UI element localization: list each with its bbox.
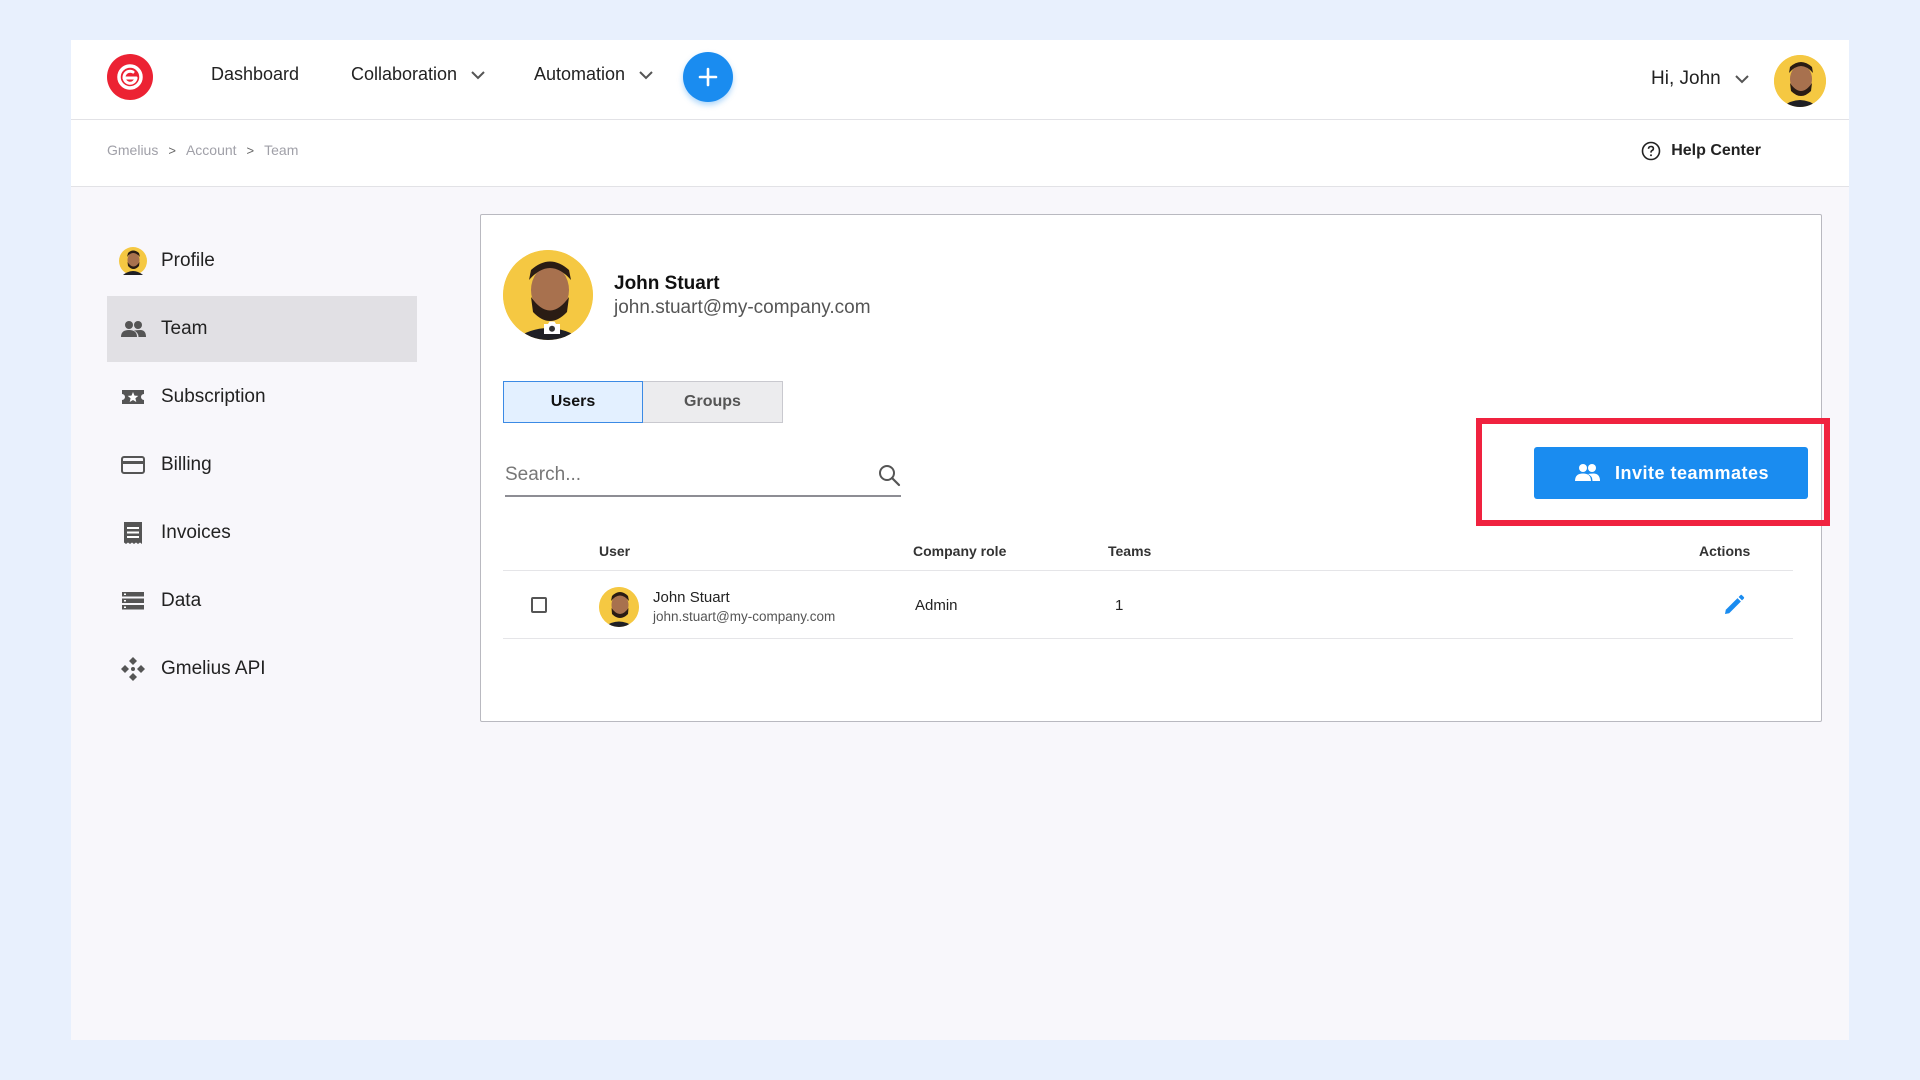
person-portrait-icon (599, 587, 639, 627)
sidebar-item-label: Subscription (161, 386, 266, 407)
user-avatar[interactable] (1774, 55, 1826, 107)
sidebar-item-label: Billing (161, 454, 212, 475)
search-box (505, 455, 901, 497)
gmelius-logo[interactable] (107, 54, 153, 100)
breadcrumb-separator: > (246, 142, 255, 158)
search-input[interactable] (505, 464, 835, 486)
profile-email: john.stuart@my-company.com (614, 297, 871, 318)
app-window: Dashboard Collaboration Automation Hi, J… (71, 40, 1849, 1040)
team-tabs: Users Groups (503, 381, 783, 423)
camera-icon[interactable] (541, 318, 563, 336)
people-icon (1574, 464, 1600, 481)
user-menu[interactable]: Hi, John (1651, 68, 1751, 90)
column-header-company-role: Company role (913, 543, 1007, 559)
sidebar-item-label: Profile (161, 250, 215, 271)
column-header-user: User (599, 543, 631, 559)
breadcrumb-separator: > (168, 142, 176, 158)
breadcrumb: Gmelius > Account > Team (107, 142, 298, 158)
help-center-link[interactable]: Help Center (1641, 141, 1761, 161)
sidebar-item-team[interactable]: Team (107, 296, 417, 362)
nav-automation-label: Automation (534, 64, 626, 84)
nav-automation[interactable]: Automation (534, 64, 655, 85)
nav-collaboration[interactable]: Collaboration (351, 64, 487, 85)
breadcrumb-gmelius[interactable]: Gmelius (107, 142, 158, 158)
sidebar-item-billing[interactable]: Billing (107, 432, 417, 498)
edit-pencil-icon[interactable] (1722, 593, 1746, 617)
tab-users[interactable]: Users (503, 381, 643, 423)
people-icon (119, 315, 147, 343)
logo-mark-icon (117, 64, 143, 90)
help-circle-icon (1641, 141, 1661, 161)
nav-dashboard[interactable]: Dashboard (211, 64, 299, 85)
plus-icon (698, 67, 718, 87)
breadcrumb-account[interactable]: Account (186, 142, 237, 158)
breadcrumb-team: Team (264, 142, 299, 158)
profile-avatar-icon (119, 247, 147, 275)
invite-teammates-button[interactable]: Invite teammates (1534, 447, 1808, 499)
column-header-teams: Teams (1108, 543, 1152, 559)
ticket-star-icon (119, 383, 147, 411)
sidebar-item-label: Data (161, 590, 202, 611)
chevron-down-icon (471, 70, 485, 79)
profile-photo[interactable] (503, 250, 593, 340)
help-center-label: Help Center (1671, 142, 1761, 159)
tab-groups[interactable]: Groups (643, 381, 783, 423)
table-row: John Stuart john.stuart@my-company.com A… (503, 571, 1793, 639)
sidebar-item-label: Invoices (161, 522, 231, 543)
sidebar-item-label: Gmelius API (161, 658, 266, 679)
credit-card-icon (119, 451, 147, 479)
team-panel: John Stuart john.stuart@my-company.com U… (480, 214, 1822, 722)
table-header: User Company role Teams Actions (503, 533, 1793, 571)
row-user-name: John Stuart (653, 589, 730, 606)
search-icon[interactable] (877, 463, 901, 487)
chevron-down-icon (639, 70, 653, 79)
person-portrait-icon (1774, 55, 1826, 107)
row-user-avatar (599, 587, 639, 627)
api-icon (119, 655, 147, 683)
nav-dashboard-label: Dashboard (211, 64, 300, 84)
profile-name: John Stuart (614, 273, 720, 294)
receipt-icon (119, 519, 147, 547)
sidebar-item-subscription[interactable]: Subscription (107, 364, 417, 430)
sidebar: Profile Team Subscription Billing Invoic… (107, 228, 417, 704)
create-button[interactable] (683, 52, 733, 102)
sidebar-item-label: Team (161, 318, 208, 339)
sidebar-item-data[interactable]: Data (107, 568, 417, 634)
breadcrumb-bar: Gmelius > Account > Team Help Center (71, 120, 1849, 187)
top-nav: Dashboard Collaboration Automation Hi, J… (71, 40, 1849, 120)
row-company-role: Admin (915, 597, 958, 614)
row-user-email: john.stuart@my-company.com (653, 609, 836, 624)
column-header-actions: Actions (1699, 543, 1751, 559)
invite-teammates-label: Invite teammates (1614, 462, 1770, 483)
sidebar-item-gmelius-api[interactable]: Gmelius API (107, 636, 417, 702)
storage-icon (119, 587, 147, 615)
sidebar-item-profile[interactable]: Profile (107, 228, 417, 294)
greeting-text: Hi, John (1651, 68, 1721, 89)
row-select-checkbox[interactable] (531, 597, 547, 613)
nav-collaboration-label: Collaboration (351, 64, 458, 84)
row-teams-count: 1 (1115, 597, 1124, 614)
sidebar-item-invoices[interactable]: Invoices (107, 500, 417, 566)
chevron-down-icon (1734, 75, 1749, 84)
